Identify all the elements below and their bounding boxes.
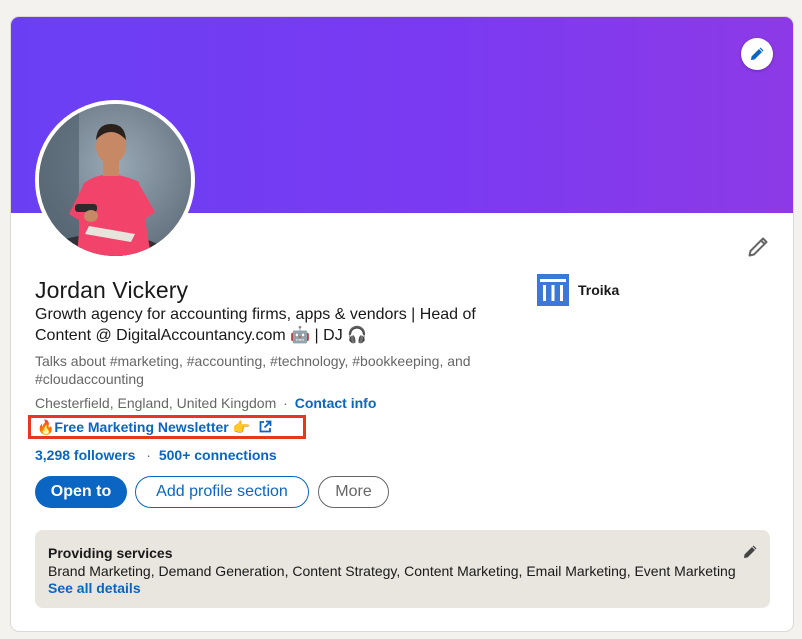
connections-link[interactable]: 500+ connections — [159, 447, 277, 463]
profile-talks-about: Talks about #marketing, #accounting, #te… — [35, 353, 471, 387]
edit-intro-button[interactable] — [745, 234, 771, 260]
profile-location: Chesterfield, England, United Kingdom — [35, 395, 277, 411]
external-link-icon — [258, 420, 272, 434]
open-to-button[interactable]: Open to — [35, 476, 127, 508]
company-logo — [537, 274, 569, 306]
avatar-photo — [39, 104, 191, 256]
troika-logo-icon — [537, 274, 569, 306]
contact-info-link[interactable]: Contact info — [295, 395, 377, 411]
edit-services-button[interactable] — [739, 541, 761, 563]
profile-card: Jordan Vickery Growth agency for account… — [11, 17, 793, 631]
company-name: Troika — [578, 282, 620, 298]
services-title: Providing services — [48, 545, 173, 561]
network-row: 3,298 followers · 500+ connections — [35, 447, 277, 463]
location-separator: · — [283, 395, 288, 411]
website-link[interactable]: 🔥Free Marketing Newsletter 👉 — [28, 415, 306, 439]
see-all-details-link[interactable]: See all details — [48, 580, 141, 596]
add-profile-section-button[interactable]: Add profile section — [135, 476, 309, 508]
current-company[interactable]: Troika — [537, 274, 619, 306]
edit-banner-button[interactable] — [741, 38, 773, 70]
profile-name: Jordan Vickery — [35, 277, 189, 303]
profile-headline: Growth agency for accounting firms, apps… — [35, 306, 476, 344]
pencil-icon — [744, 545, 757, 558]
services-list: Brand Marketing, Demand Generation, Cont… — [48, 563, 736, 579]
network-separator: · — [146, 447, 151, 463]
pencil-icon — [748, 237, 768, 257]
profile-avatar[interactable] — [35, 100, 195, 260]
location-row: Chesterfield, England, United Kingdom · … — [35, 395, 376, 411]
services-section: Providing services Brand Marketing, Dema… — [35, 530, 770, 608]
website-label: 🔥Free Marketing Newsletter 👉 — [37, 418, 251, 435]
followers-link[interactable]: 3,298 followers — [35, 447, 135, 463]
more-button[interactable]: More — [318, 476, 389, 508]
pencil-icon — [751, 47, 764, 60]
